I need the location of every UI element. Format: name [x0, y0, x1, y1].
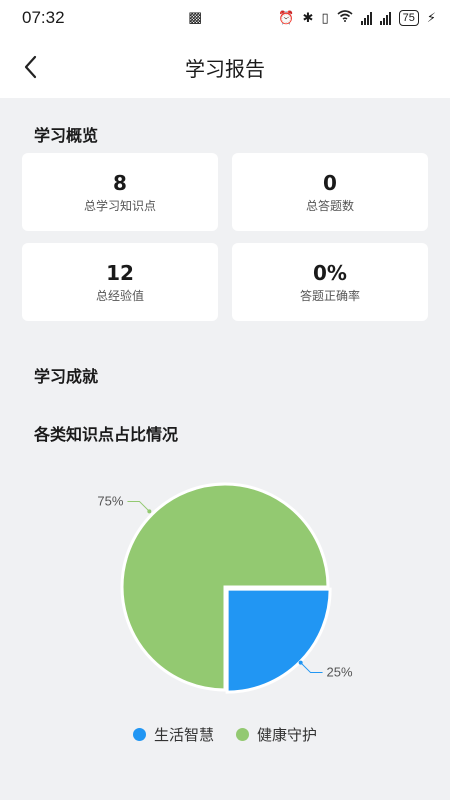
- overview-title: 学习概览: [34, 126, 99, 145]
- achievements-title: 学习成就: [34, 367, 99, 386]
- stat-value: 0: [323, 170, 337, 195]
- stat-value: 8: [113, 170, 127, 195]
- nfc-icon: ▩: [188, 8, 203, 26]
- pie-leader-dot: [298, 660, 303, 665]
- signal-icon: [360, 11, 372, 25]
- stat-value: 0%: [313, 260, 347, 285]
- status-bar: 07:32 ▩ ⏰ ✱ ▯ 75 ⚡: [0, 0, 450, 36]
- battery-icon: 75: [398, 10, 419, 26]
- vibrate-icon: ▯: [321, 10, 329, 26]
- back-button[interactable]: [16, 52, 46, 82]
- pie-slice-life-wisdom[interactable]: [225, 587, 332, 694]
- header: 学习报告: [0, 36, 450, 98]
- stat-label: 答题正确率: [299, 288, 360, 303]
- bluetooth-icon: ✱: [302, 10, 314, 26]
- pie-chart: 25% 75%: [0, 470, 450, 710]
- legend-dot-icon: [132, 728, 146, 741]
- legend-dot-icon: [236, 728, 249, 741]
- status-icons: ⏰ ✱ ▯ 75 ⚡: [278, 10, 436, 26]
- chevron-left-icon: [24, 55, 37, 79]
- pie-label-health-guard: 75%: [97, 493, 123, 508]
- chart-legend: 生活智慧 健康守护: [0, 724, 450, 745]
- wifi-icon: [337, 10, 353, 26]
- stat-card-answers: 0 总答题数: [232, 153, 428, 231]
- signal-icon: [379, 11, 391, 25]
- stat-card-accuracy: 0% 答题正确率: [232, 243, 428, 321]
- legend-label: 健康守护: [257, 726, 318, 744]
- pie-leader-line: [300, 662, 323, 674]
- legend-label: 生活智慧: [153, 726, 214, 744]
- stat-label: 总答题数: [305, 198, 354, 213]
- legend-item[interactable]: 健康守护: [236, 724, 317, 745]
- alarm-icon: ⏰: [278, 10, 295, 26]
- stat-label: 总学习知识点: [83, 198, 156, 213]
- status-time: 07:32: [22, 8, 65, 27]
- stat-card-knowledge-points: 8 总学习知识点: [22, 153, 218, 231]
- legend-item[interactable]: 生活智慧: [132, 724, 214, 745]
- distribution-title: 各类知识点占比情况: [34, 425, 179, 444]
- pie-leader-line: [127, 500, 150, 512]
- stat-value: 12: [106, 260, 134, 285]
- page-title: 学习报告: [185, 56, 265, 81]
- pie-label-life-wisdom: 25%: [327, 665, 353, 680]
- pie-leader-dot: [147, 509, 152, 514]
- stat-card-experience: 12 总经验值: [22, 243, 218, 321]
- stat-label: 总经验值: [95, 288, 144, 303]
- charging-icon: ⚡: [426, 10, 436, 26]
